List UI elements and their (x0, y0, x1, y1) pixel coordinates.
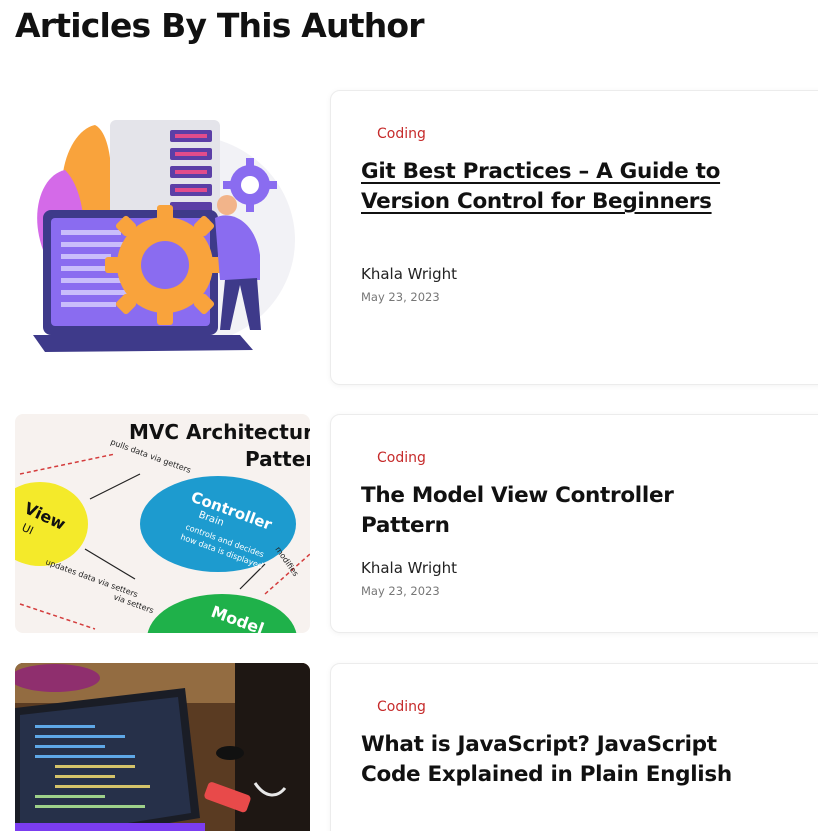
article-card: Coding The Model View Controller Pattern… (330, 414, 818, 633)
mvc-diagram-icon: pulls data via getters updates data via … (15, 420, 310, 633)
section-title: Articles By This Author (15, 6, 425, 45)
svg-text:updates data via setters: updates data via setters (44, 557, 139, 599)
article-date: May 23, 2023 (361, 584, 440, 598)
article-category-link[interactable]: Coding (377, 699, 426, 715)
svg-text:modifies: modifies (273, 545, 300, 578)
article-thumbnail[interactable] (15, 90, 310, 385)
article-date: May 23, 2023 (361, 290, 440, 304)
mvc-heading-2: Patter (245, 447, 310, 471)
server-gear-illustration-icon (33, 120, 295, 352)
article-card: Coding What is JavaScript? JavaScript Co… (330, 663, 818, 831)
article-card: Coding Git Best Practices – A Guide to V… (330, 90, 818, 385)
mvc-heading-1: MVC Architectur (129, 420, 310, 444)
article-author[interactable]: Khala Wright (361, 265, 457, 283)
article-title-link[interactable]: Git Best Practices – A Guide to Version … (361, 157, 761, 217)
article-category-link[interactable]: Coding (377, 450, 426, 466)
laptop-code-photo-icon (15, 663, 310, 831)
article-author[interactable]: Khala Wright (361, 559, 457, 577)
article-title-link[interactable]: The Model View Controller Pattern (361, 481, 761, 541)
article-thumbnail[interactable]: pulls data via getters updates data via … (15, 414, 310, 633)
article-category-link[interactable]: Coding (377, 126, 426, 142)
article-title-link[interactable]: What is JavaScript? JavaScript Code Expl… (361, 730, 761, 790)
article-thumbnail[interactable] (15, 663, 310, 831)
